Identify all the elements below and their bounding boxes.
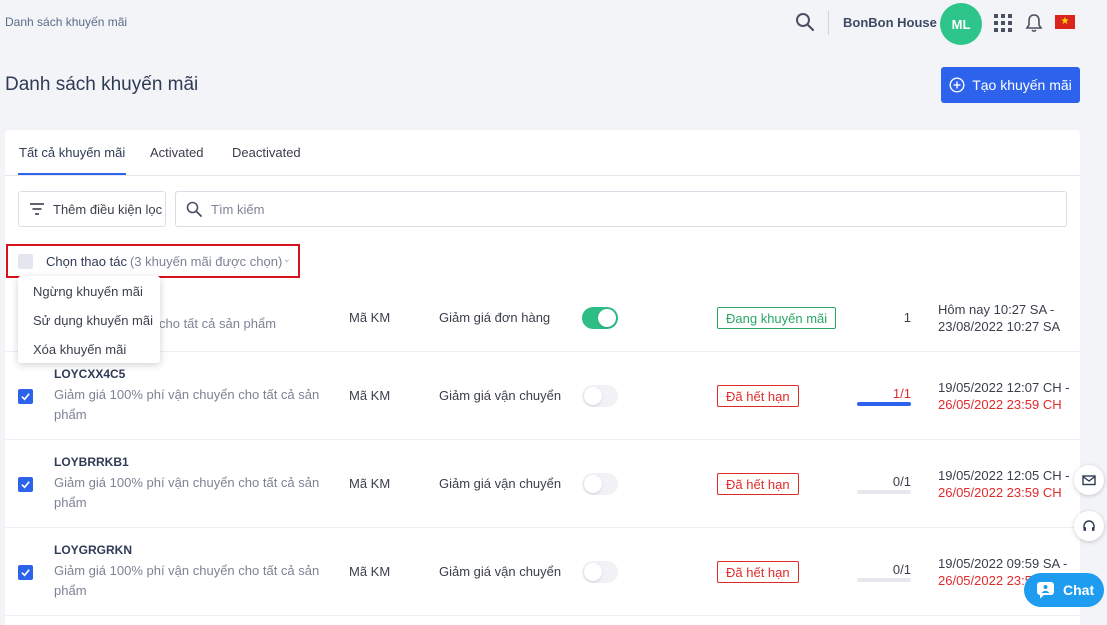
table-row[interactable]: LOYBRRKB1 Giảm giá 100% phí vận chuyển c… [5,440,1080,528]
create-promotion-label: Tạo khuyến mãi [972,77,1072,93]
date-start: 19/05/2022 12:07 CH - [938,380,1070,395]
promotion-description: Giảm giá 100% phí vận chuyển cho tất cả … [54,475,320,510]
date-start: Hôm nay 10:27 SA - [938,302,1055,317]
headset-icon [1083,520,1095,531]
status-toggle[interactable] [582,385,618,407]
create-promotion-button[interactable]: Tạo khuyến mãi [941,67,1080,103]
promotion-kind: Giảm giá vận chuyển [439,564,562,579]
usage-progress-bar [857,490,911,494]
date-end: 23/08/2022 10:27 SA [938,319,1061,334]
shop-name[interactable]: BonBon House [843,15,937,30]
search-field[interactable] [175,191,1067,227]
avatar[interactable]: ML [940,3,982,45]
bulk-action-select[interactable]: Chọn thao tác (3 khuyến mãi được chọn) ⌄ [6,244,300,278]
support-button[interactable] [1074,511,1104,541]
status-badge: Đã hết hạn [717,385,799,407]
promotion-type: Mã KM [349,310,391,325]
status-toggle[interactable] [582,561,618,583]
search-icon [186,201,202,217]
tab-activated[interactable]: Activated [150,145,203,160]
menu-item-use-promotion[interactable]: Sử dụng khuyến mãi [33,313,153,328]
date-start: 19/05/2022 12:05 CH - [938,468,1070,483]
tab-bar: Tất cả khuyến mãi Activated Deactivated [5,130,1080,176]
tab-deactivated[interactable]: Deactivated [232,145,301,160]
breadcrumb[interactable]: Danh sách khuyến mãi [5,15,127,29]
page-title: Danh sách khuyến mãi [5,74,199,95]
menu-item-delete-promotion[interactable]: Xóa khuyến mãi [33,342,126,357]
filter-icon [30,203,44,215]
promotion-description: Giảm giá 100% phí vận chuyển cho tất cả … [54,387,320,422]
status-badge: Đã hết hạn [717,473,799,495]
promotion-description: cho tất cả sản phẩm [159,316,277,331]
usage-progress-bar [857,578,911,582]
usage-count: 0/1 [892,474,911,489]
apps-grid-icon[interactable] [994,14,1012,32]
divider [828,11,829,35]
usage-count: 1/1 [892,386,911,401]
chevron-down-icon: ⌄ [282,254,291,265]
menu-item-stop-promotion[interactable]: Ngừng khuyến mãi [33,284,143,299]
plus-circle-icon [949,77,965,93]
promotion-kind: Giảm giá vận chuyển [439,388,562,403]
table-row[interactable]: LOYGRGRKN Giảm giá 100% phí vận chuyển c… [5,528,1080,616]
selected-count: (3 khuyến mãi được chọn) [129,253,283,269]
status-toggle[interactable] [582,307,618,329]
vietnam-flag-icon[interactable]: ★ [1055,15,1075,29]
table-row[interactable]: LOYCXX4C5 Giảm giá 100% phí vận chuyển c… [5,352,1080,440]
mail-icon [1082,475,1096,486]
promotion-kind: Giảm giá đơn hàng [439,310,551,325]
promotion-code[interactable]: LOYBRRKB1 [54,455,129,469]
search-input[interactable] [211,201,1011,217]
search-icon[interactable] [795,12,815,32]
select-all-checkbox[interactable] [18,253,33,269]
add-filter-button[interactable]: Thêm điều kiện lọc [18,191,166,227]
tab-all-promotions[interactable]: Tất cả khuyến mãi [19,145,125,160]
active-tab-indicator [18,173,126,175]
promotion-description: Giảm giá 100% phí vận chuyển cho tất cả … [54,563,320,598]
table-row[interactable]: cho tất cả sản phẩm Mã KM Giảm giá đơn h… [5,288,1080,352]
bell-icon[interactable] [1025,13,1043,33]
status-badge: Đã hết hạn [717,561,799,583]
usage-progress-fill [857,402,911,406]
chat-icon [1037,582,1054,599]
usage-count: 0/1 [892,562,911,577]
row-checkbox[interactable] [18,565,33,580]
top-bar: BonBon House ML ★ [787,0,1107,45]
row-checkbox[interactable] [18,477,33,492]
mail-button[interactable] [1074,465,1104,495]
date-end: 26/05/2022 23:59 CH [938,397,1062,412]
status-badge: Đang khuyến mãi [717,307,837,329]
usage-progress-bar [857,402,911,406]
bulk-action-label: Chọn thao tác [46,253,127,269]
date-start: 19/05/2022 09:59 SA - [938,556,1068,571]
date-end: 26/05/2022 23:59 CH [938,485,1062,500]
promotion-code[interactable]: LOYCXX4C5 [54,367,125,381]
bulk-action-menu: Ngừng khuyến mãi Sử dụng khuyến mãi Xóa … [18,276,160,363]
promotion-type: Mã KM [349,476,391,491]
chat-button[interactable]: Chat [1024,573,1104,607]
promotion-type: Mã KM [349,564,391,579]
row-checkbox[interactable] [18,389,33,404]
add-filter-label: Thêm điều kiện lọc [53,201,163,217]
usage-count: 1 [903,310,911,325]
promotion-code[interactable]: LOYGRGRKN [54,543,132,557]
status-toggle[interactable] [582,473,618,495]
promotion-kind: Giảm giá vận chuyển [439,476,562,491]
promotion-type: Mã KM [349,388,391,403]
chat-label: Chat [1063,582,1095,598]
promotion-list-card: Tất cả khuyến mãi Activated Deactivated … [5,130,1080,625]
